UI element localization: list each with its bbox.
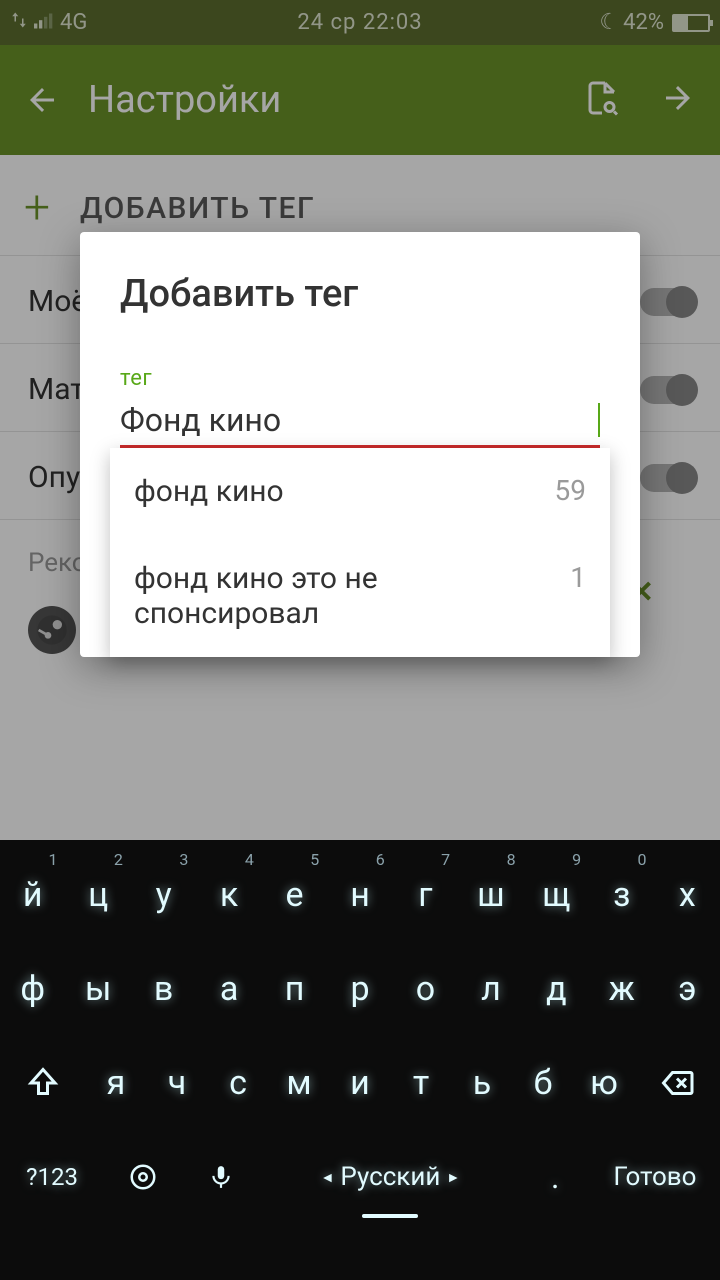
- key-щ[interactable]: щ9: [524, 848, 589, 942]
- key-т[interactable]: т: [391, 1036, 452, 1130]
- tag-label: Моё: [28, 284, 87, 319]
- keyboard-row: ?123 ◄ Русский ► . Готово: [0, 1130, 720, 1224]
- suggestion-text: фонд кино это не спонсировал: [134, 561, 494, 631]
- key-э[interactable]: э: [655, 942, 720, 1036]
- period-key[interactable]: .: [520, 1130, 589, 1224]
- suggestion-dropdown: фонд кино 59 фонд кино это не спонсирова…: [110, 448, 610, 657]
- status-datetime: 24 ср 22:03: [243, 10, 476, 35]
- virtual-keyboard: й1ц2у3к4е5н6г7ш8щ9з0х фывапролджэ ячсмит…: [0, 840, 720, 1280]
- steam-icon: [28, 606, 76, 654]
- key-ч[interactable]: ч: [146, 1036, 207, 1130]
- key-б[interactable]: б: [513, 1036, 574, 1130]
- key-о[interactable]: о: [393, 942, 458, 1036]
- key-й[interactable]: й1: [0, 848, 65, 942]
- text-cursor: [598, 403, 600, 437]
- tag-label: Опу: [28, 460, 80, 495]
- key-ж[interactable]: ж: [589, 942, 654, 1036]
- appbar: Настройки: [0, 45, 720, 155]
- battery-percent: 42%: [623, 10, 664, 35]
- key-к[interactable]: к4: [196, 848, 261, 942]
- key-р[interactable]: р: [327, 942, 392, 1036]
- moon-icon: ☾: [599, 10, 619, 35]
- signal-icon: [34, 10, 54, 35]
- key-м[interactable]: м: [268, 1036, 329, 1130]
- dialog-title: Добавить тег: [120, 272, 600, 316]
- statusbar: 4G 24 ср 22:03 ☾ 42%: [0, 0, 720, 45]
- backspace-key[interactable]: [635, 1036, 720, 1130]
- keyboard-row: ячсмитьбю: [0, 1036, 720, 1130]
- toggle-switch[interactable]: [640, 376, 696, 404]
- settings-key[interactable]: [104, 1130, 182, 1224]
- voice-key[interactable]: [182, 1130, 260, 1224]
- tag-label: Мат: [28, 372, 85, 407]
- done-key[interactable]: Готово: [590, 1130, 720, 1224]
- key-в[interactable]: в: [131, 942, 196, 1036]
- page-title: Настройки: [88, 78, 584, 122]
- key-с[interactable]: с: [207, 1036, 268, 1130]
- key-з[interactable]: з0: [589, 848, 654, 942]
- suggestion-count: 1: [570, 561, 586, 594]
- spacebar-label: Русский: [340, 1162, 440, 1192]
- toggle-switch[interactable]: [640, 288, 696, 316]
- key-х[interactable]: х: [655, 848, 720, 942]
- key-ь[interactable]: ь: [452, 1036, 513, 1130]
- spacebar-key[interactable]: ◄ Русский ►: [260, 1130, 520, 1224]
- suggestion-text: фонд кино: [134, 474, 284, 509]
- key-г[interactable]: г7: [393, 848, 458, 942]
- toggle-switch[interactable]: [640, 464, 696, 492]
- key-а[interactable]: а: [196, 942, 261, 1036]
- key-ю[interactable]: ю: [574, 1036, 635, 1130]
- key-ы[interactable]: ы: [65, 942, 130, 1036]
- suggestion-count: 59: [555, 474, 586, 507]
- forward-icon[interactable]: [660, 80, 696, 120]
- key-и[interactable]: и: [329, 1036, 390, 1130]
- key-е[interactable]: е5: [262, 848, 327, 942]
- suggestion-item[interactable]: фонд кино это не спонсировал 1: [110, 535, 610, 657]
- key-ф[interactable]: ф: [0, 942, 65, 1036]
- suggestion-item[interactable]: фонд кино 59: [110, 448, 610, 535]
- key-я[interactable]: я: [85, 1036, 146, 1130]
- add-tag-dialog: Добавить тег тег фонд кино 59 фонд кино …: [80, 232, 640, 657]
- network-label: 4G: [60, 10, 87, 35]
- key-у[interactable]: у3: [131, 848, 196, 942]
- key-п[interactable]: п: [262, 942, 327, 1036]
- add-tag-label: ДОБАВИТЬ ТЕГ: [80, 191, 315, 226]
- key-ш[interactable]: ш8: [458, 848, 523, 942]
- tag-input[interactable]: [120, 401, 600, 439]
- keyboard-row: й1ц2у3к4е5н6г7ш8щ9з0х: [0, 848, 720, 942]
- plus-icon: +: [24, 185, 50, 231]
- data-arrows-icon: [10, 10, 28, 35]
- key-д[interactable]: д: [524, 942, 589, 1036]
- back-icon[interactable]: [24, 82, 60, 118]
- key-ц[interactable]: ц2: [65, 848, 130, 942]
- field-label: тег: [120, 366, 600, 391]
- document-search-icon[interactable]: [584, 80, 620, 120]
- shift-key[interactable]: [0, 1036, 85, 1130]
- battery-icon: [672, 14, 710, 32]
- symbols-key[interactable]: ?123: [0, 1130, 104, 1224]
- key-н[interactable]: н6: [327, 848, 392, 942]
- keyboard-row: фывапролджэ: [0, 942, 720, 1036]
- key-л[interactable]: л: [458, 942, 523, 1036]
